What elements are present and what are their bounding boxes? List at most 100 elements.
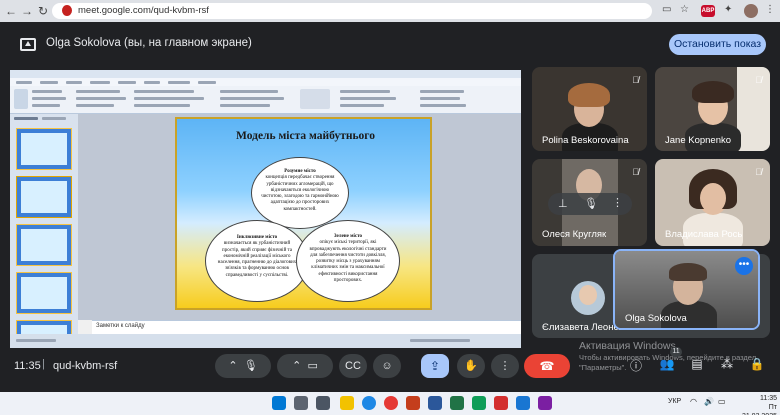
notes-placeholder: Заметки к слайду <box>96 323 145 329</box>
url-text: meet.google.com/qud-kvbm-rsf <box>78 5 209 16</box>
language-indicator[interactable]: УКР <box>668 398 681 405</box>
participant-tile[interactable]: 🎙̸ Владислава Рось <box>655 159 770 246</box>
muted-mic-icon: 🎙̸ <box>632 75 639 85</box>
bookmark-star-icon[interactable]: ☆ <box>680 4 689 15</box>
people-icon[interactable]: 👥 <box>659 357 675 371</box>
slide-thumbnail[interactable] <box>16 272 72 314</box>
chrome-icon[interactable] <box>384 396 398 410</box>
windows-activation-title: Активация Windows <box>579 340 676 352</box>
word-icon[interactable] <box>428 396 442 410</box>
pin-icon[interactable]: ⊥ <box>558 197 568 210</box>
taskbar-time: 11:35 <box>760 395 777 402</box>
chevron-up-icon[interactable]: ⌃ <box>228 360 237 372</box>
address-bar[interactable]: meet.google.com/qud-kvbm-rsf <box>52 3 652 19</box>
captions-button[interactable]: CC <box>339 354 367 378</box>
participant-name: Olga Sokolova <box>625 313 687 324</box>
more-vert-icon: ⋮ <box>499 360 511 372</box>
inclusive-city-text: визначається як урбаністичний простір, я… <box>217 241 297 278</box>
green-city-text: опікує міські території, які впроваджуют… <box>309 240 387 283</box>
more-options-button[interactable]: ⋮ <box>491 354 519 378</box>
file-explorer-icon[interactable] <box>340 396 354 410</box>
smart-city-oval: Розумне місто концепція передбачає створ… <box>251 157 349 229</box>
raise-hand-button[interactable]: ✋ <box>457 354 485 378</box>
taskbar-clock[interactable]: 11:35 Пт 31.03.2025 <box>733 394 777 415</box>
forward-icon[interactable]: → <box>20 4 34 18</box>
info-icon[interactable]: ⓘ <box>628 357 644 374</box>
ppt-title-bar <box>10 70 521 78</box>
participant-tile[interactable]: 🎙̸ Jane Kopnenko <box>655 67 770 151</box>
extensions-icon[interactable]: ✦ <box>724 4 732 15</box>
slide-thumbnail[interactable] <box>16 224 72 266</box>
task-view-icon[interactable] <box>316 396 330 410</box>
microphone-button[interactable]: ⌃ 🎙 <box>215 354 271 378</box>
muted-mic-icon: 🎙̸ <box>755 167 762 177</box>
battery-icon[interactable]: ▭ <box>718 397 726 406</box>
people-count-badge: 11 <box>670 347 682 357</box>
slide-thumbnails-panel <box>10 114 78 348</box>
ppt-status-bar <box>10 334 521 348</box>
participant-tile[interactable]: 🎙̸ Polina Beskorovaina <box>532 67 647 151</box>
windows-start-icon[interactable] <box>272 396 286 410</box>
muted-mic-icon: 🎙̸ <box>632 167 639 177</box>
self-view-tile[interactable]: ••• Olga Sokolova <box>613 249 760 330</box>
more-options-icon[interactable]: ⋮ <box>612 196 623 209</box>
browser-menu-icon[interactable]: ⋮ <box>765 4 775 15</box>
hang-up-icon: ☎ <box>539 359 555 373</box>
current-slide: Модель міста майбутнього Розумне місто к… <box>175 117 432 310</box>
powerpoint-icon[interactable] <box>406 396 420 410</box>
app-icon[interactable] <box>516 396 530 410</box>
present-icon: ⇪ <box>429 359 441 373</box>
volume-icon[interactable]: 🔊 <box>704 397 714 406</box>
separator: | <box>42 358 45 370</box>
stop-presenting-button[interactable]: Остановить показ <box>669 34 766 55</box>
browser-toolbar: ← → ↻ meet.google.com/qud-kvbm-rsf ▭ ☆ A… <box>0 0 780 22</box>
taskbar-date: Пт 31.03.2025 <box>742 404 777 415</box>
participant-tile[interactable]: ⊥ 🎙 ⋮ 🎙̸ Олеся Кругляк <box>532 159 647 246</box>
meeting-code: qud-kvbm-rsf <box>53 360 118 372</box>
participant-name: Олеся Кругляк <box>542 229 607 240</box>
search-icon[interactable] <box>294 396 308 410</box>
shared-screen: Модель міста майбутнього Розумне місто к… <box>10 70 521 348</box>
cast-icon[interactable]: ▭ <box>662 4 671 15</box>
edge-icon[interactable] <box>362 396 376 410</box>
mic-off-icon[interactable]: 🎙 <box>584 197 598 210</box>
reactions-button[interactable]: ☺ <box>373 354 401 378</box>
avatar[interactable] <box>744 4 758 18</box>
microphone-icon: 🎙 <box>243 360 258 372</box>
meeting-clock: 11:35 <box>14 360 41 372</box>
more-options-icon[interactable]: ••• <box>735 257 753 275</box>
hand-icon: ✋ <box>464 360 478 372</box>
participant-name: Владислава Рось <box>665 229 743 240</box>
activities-icon[interactable]: ⁂ <box>719 357 735 371</box>
participant-name: Jane Kopnenko <box>665 135 732 146</box>
inclusive-city-oval: Інклюзивне місто визначається як урбаніс… <box>205 220 309 302</box>
emoji-icon: ☺ <box>381 360 393 372</box>
site-info-icon[interactable] <box>62 5 72 16</box>
back-icon[interactable]: ← <box>4 4 18 18</box>
participant-name: Polina Beskorovaina <box>542 135 629 146</box>
presenting-status-text: Olga Sokolova (вы, на главном экране) <box>46 37 252 49</box>
camera-icon: ▭ <box>307 360 318 372</box>
excel-icon[interactable] <box>450 396 464 410</box>
ppt-ribbon-tabs <box>10 78 521 86</box>
present-now-button[interactable]: ⇪ <box>421 354 449 378</box>
slide-title: Модель міста майбутнього <box>236 130 375 142</box>
leave-call-button[interactable]: ☎ <box>524 354 570 378</box>
slide-thumbnail[interactable] <box>16 176 72 218</box>
green-city-oval: Зелене місто опікує міські території, як… <box>296 220 400 302</box>
network-icon[interactable]: ◠ <box>690 397 697 406</box>
present-screen-icon <box>20 38 36 51</box>
host-controls-icon[interactable]: 🔒 <box>749 357 765 371</box>
reload-icon[interactable]: ↻ <box>36 4 50 18</box>
captions-icon: CC <box>345 360 361 372</box>
camera-button[interactable]: ⌃ ▭ <box>277 354 333 378</box>
app-icon[interactable] <box>494 396 508 410</box>
chevron-up-icon[interactable]: ⌃ <box>292 360 301 372</box>
slide-thumbnail[interactable] <box>16 128 72 170</box>
app-icon[interactable] <box>538 396 552 410</box>
slide-notes-pane[interactable]: Заметки к слайду <box>92 320 521 334</box>
adblock-icon[interactable]: ABP <box>701 5 715 17</box>
app-icon[interactable] <box>472 396 486 410</box>
muted-mic-icon: 🎙̸ <box>755 75 762 85</box>
chat-icon[interactable]: ▤ <box>689 357 705 371</box>
